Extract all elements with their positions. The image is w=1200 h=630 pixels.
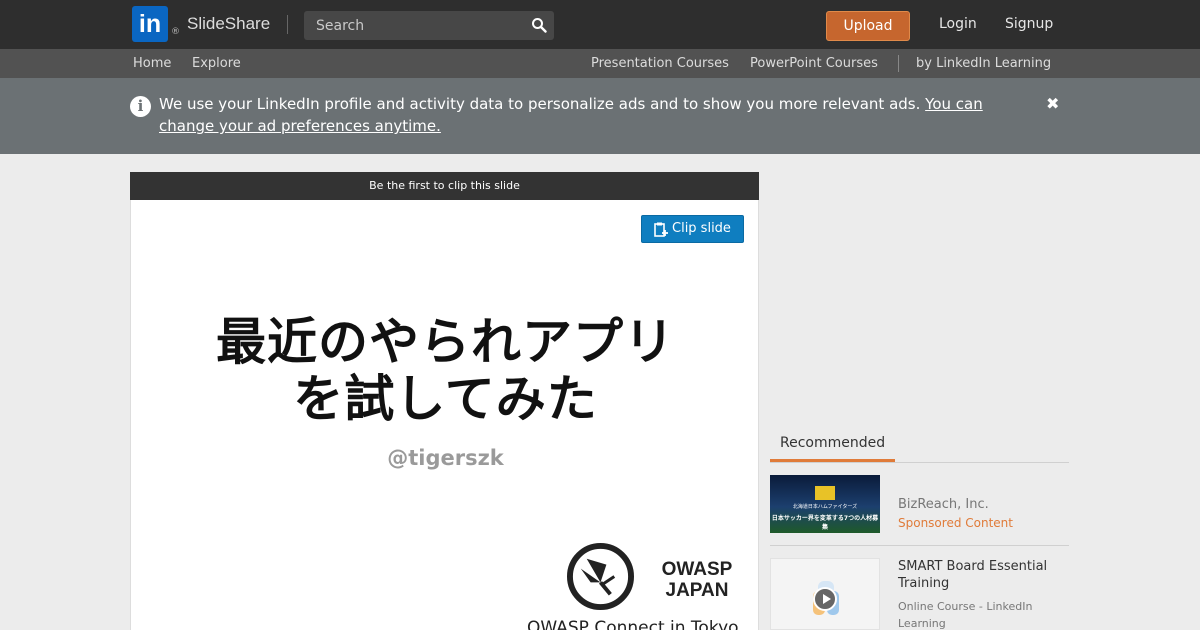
clip-slide-label: Clip slide (672, 221, 731, 236)
search-box (304, 11, 554, 40)
registered-mark: ® (171, 27, 180, 37)
nav-divider (898, 55, 899, 72)
ad-notice-message: We use your LinkedIn profile and activit… (159, 95, 921, 113)
search-input[interactable] (304, 11, 522, 40)
clip-icon (654, 222, 668, 237)
search-icon[interactable] (531, 17, 547, 33)
nav-presentation-courses[interactable]: Presentation Courses (591, 56, 729, 71)
team-badge-icon (815, 486, 835, 500)
nav-home[interactable]: Home (133, 56, 171, 71)
slide-title-line-2: を試してみた (293, 370, 598, 428)
sponsored-tag: Sponsored Content (898, 516, 1013, 530)
slide-title-line-1: 最近のやられアプリ (216, 313, 675, 371)
divider (770, 545, 1069, 546)
top-bar: in ® SlideShare Upload Login Signup (0, 0, 1200, 49)
slide-title: 最近のやられアプリ を試してみた (131, 313, 758, 428)
recommended-label: Recommended (780, 435, 886, 451)
sponsored-thumbnail[interactable]: 北海道日本ハムファイターズ 日本サッカー界を変革する7つの人材募集 (770, 475, 880, 533)
sub-nav: Home Explore Presentation Courses PowerP… (0, 49, 1200, 78)
nav-powerpoint-courses[interactable]: PowerPoint Courses (750, 56, 878, 71)
owasp-japan-label: OWASP JAPAN (642, 559, 752, 601)
nav-explore[interactable]: Explore (192, 56, 241, 71)
owasp-label: OWASP (661, 559, 733, 580)
tab-recommended[interactable]: Recommended (770, 434, 895, 462)
sponsor-company[interactable]: BizReach, Inc. (898, 497, 989, 512)
brand-name[interactable]: SlideShare (187, 14, 270, 34)
slide-viewer[interactable]: Clip slide 最近のやられアプリ を試してみた @tigerszk OW… (130, 200, 759, 630)
clip-banner: Be the first to clip this slide (130, 172, 759, 200)
owasp-logo-icon (567, 543, 634, 610)
divider (770, 462, 1069, 463)
course-title[interactable]: SMART Board Essential Training (898, 558, 1068, 592)
nav-linkedin-learning[interactable]: by LinkedIn Learning (916, 56, 1051, 71)
play-icon[interactable] (813, 587, 837, 611)
slide-author: @tigerszk (387, 446, 504, 470)
course-subtitle: Online Course - LinkedIn Learning (898, 600, 1033, 630)
info-icon: i (130, 96, 151, 117)
slide-event: OWASP Connect in Tokyo (527, 618, 739, 630)
login-link[interactable]: Login (939, 16, 977, 32)
ad-notice-text: We use your LinkedIn profile and activit… (159, 93, 1019, 137)
signup-link[interactable]: Signup (1005, 16, 1053, 32)
clip-slide-button[interactable]: Clip slide (641, 215, 744, 243)
japan-label: JAPAN (665, 580, 729, 601)
divider (287, 15, 288, 34)
close-icon[interactable]: ✖ (1046, 94, 1059, 113)
thumbnail-caption-2: 日本サッカー界を変革する7つの人材募集 (771, 515, 879, 531)
thumbnail-caption-1: 北海道日本ハムファイターズ (792, 504, 858, 510)
upload-button[interactable]: Upload (826, 11, 910, 41)
linkedin-logo[interactable]: in (132, 6, 168, 42)
